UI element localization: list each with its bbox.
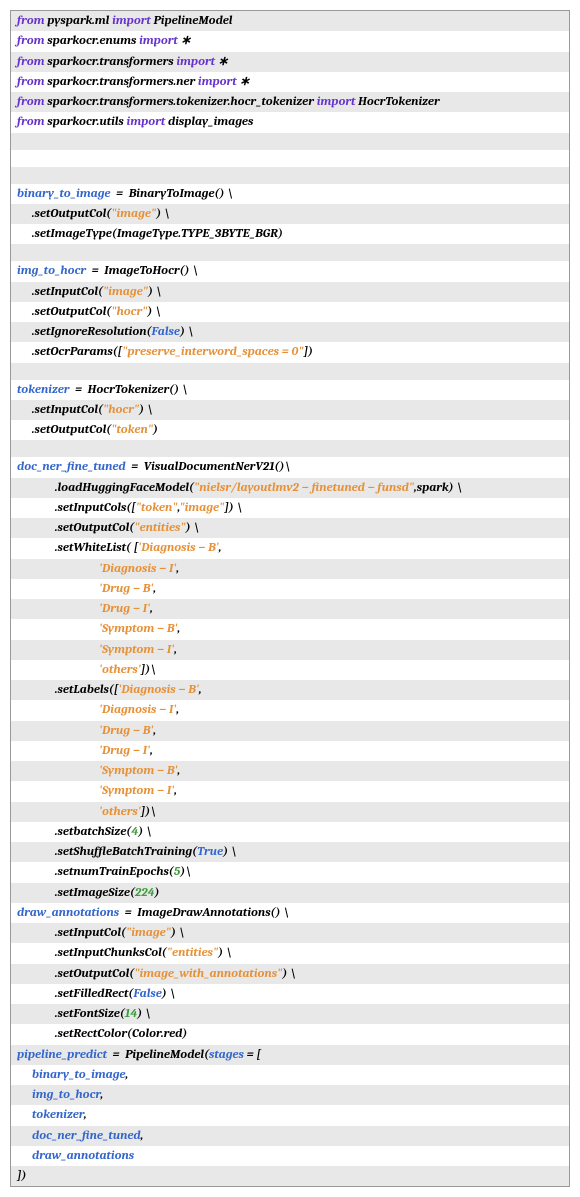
- code-line: .setbatchSize(4) \: [11, 822, 569, 842]
- code-line: .setOutputCol("entities") \: [11, 518, 569, 538]
- code-line: from sparkocr.transformers.ner import ∗: [11, 72, 569, 92]
- code-line: draw_annotations = ImageDrawAnnotations(…: [11, 903, 569, 923]
- code-line: pipeline_predict = PipelineModel(stages …: [11, 1045, 569, 1065]
- code-line: 'Drug − B',: [11, 579, 569, 599]
- code-line: .setFontSize(14) \: [11, 1004, 569, 1024]
- code-line: .setInputCol("image") \: [11, 282, 569, 302]
- code-line: 'Drug − B',: [11, 721, 569, 741]
- code-line: binary_to_image,: [11, 1065, 569, 1085]
- code-line: tokenizer = HocrTokenizer() \: [11, 380, 569, 400]
- code-line: .setIgnoreResolution(False) \: [11, 322, 569, 342]
- code-line: from sparkocr.enums import ∗: [11, 31, 569, 51]
- code-line: .setInputCol("image") \: [11, 923, 569, 943]
- code-line: .setRectColor(Color.red): [11, 1024, 569, 1044]
- code-line: .setOutputCol("image") \: [11, 204, 569, 224]
- code-line: .setInputChunksCol("entities") \: [11, 943, 569, 963]
- code-line: [11, 363, 569, 380]
- code-line: [11, 133, 569, 150]
- code-line: from sparkocr.utils import display_image…: [11, 112, 569, 132]
- code-line: from sparkocr.transformers.tokenizer.hoc…: [11, 92, 569, 112]
- code-line: binary_to_image = BinaryToImage() \: [11, 184, 569, 204]
- code-line: 'Symptom − B',: [11, 619, 569, 639]
- code-line: [11, 167, 569, 184]
- code-line: doc_ner_fine_tuned,: [11, 1126, 569, 1146]
- code-line: 'Symptom − I',: [11, 781, 569, 801]
- code-line: .setWhiteList( ['Diagnosis − B',: [11, 538, 569, 558]
- code-line: .setOcrParams(["preserve_interword_space…: [11, 342, 569, 362]
- code-line: draw_annotations: [11, 1146, 569, 1166]
- code-line: .loadHuggingFaceModel("nielsr/layoutlmv2…: [11, 478, 569, 498]
- code-line: .setFilledRect(False) \: [11, 984, 569, 1004]
- code-line: from sparkocr.transformers import ∗: [11, 52, 569, 72]
- code-line: 'others'])\: [11, 802, 569, 822]
- code-line: 'Drug − I',: [11, 741, 569, 761]
- code-line: .setImageSize(224): [11, 883, 569, 903]
- code-line: img_to_hocr,: [11, 1085, 569, 1105]
- code-line: doc_ner_fine_tuned = VisualDocumentNerV2…: [11, 457, 569, 477]
- code-line: tokenizer,: [11, 1105, 569, 1125]
- code-line: ]): [11, 1166, 569, 1186]
- code-line: .setInputCols(["token","image"]) \: [11, 498, 569, 518]
- code-line: 'Diagnosis − I',: [11, 700, 569, 720]
- code-line: 'Diagnosis − I',: [11, 559, 569, 579]
- code-line: .setImageType(ImageType.TYPE_3BYTE_BGR): [11, 224, 569, 244]
- code-line: from pyspark.ml import PipelineModel: [11, 11, 569, 31]
- code-block: from pyspark.ml import PipelineModel fro…: [10, 10, 570, 1187]
- code-line: img_to_hocr = ImageToHocr() \: [11, 261, 569, 281]
- code-line: [11, 150, 569, 167]
- code-line: .setOutputCol("token"): [11, 420, 569, 440]
- code-line: 'Symptom − B',: [11, 761, 569, 781]
- code-line: .setOutputCol("hocr") \: [11, 302, 569, 322]
- code-line: [11, 244, 569, 261]
- code-line: 'others'])\: [11, 660, 569, 680]
- code-line: .setnumTrainEpochs(5)\: [11, 862, 569, 882]
- code-line: [11, 440, 569, 457]
- code-line: .setLabels(['Diagnosis − B',: [11, 680, 569, 700]
- code-line: .setInputCol("hocr") \: [11, 400, 569, 420]
- code-line: 'Drug − I',: [11, 599, 569, 619]
- code-line: .setShuffleBatchTraining(True) \: [11, 842, 569, 862]
- code-line: 'Symptom − I',: [11, 640, 569, 660]
- code-line: .setOutputCol("image_with_annotations") …: [11, 964, 569, 984]
